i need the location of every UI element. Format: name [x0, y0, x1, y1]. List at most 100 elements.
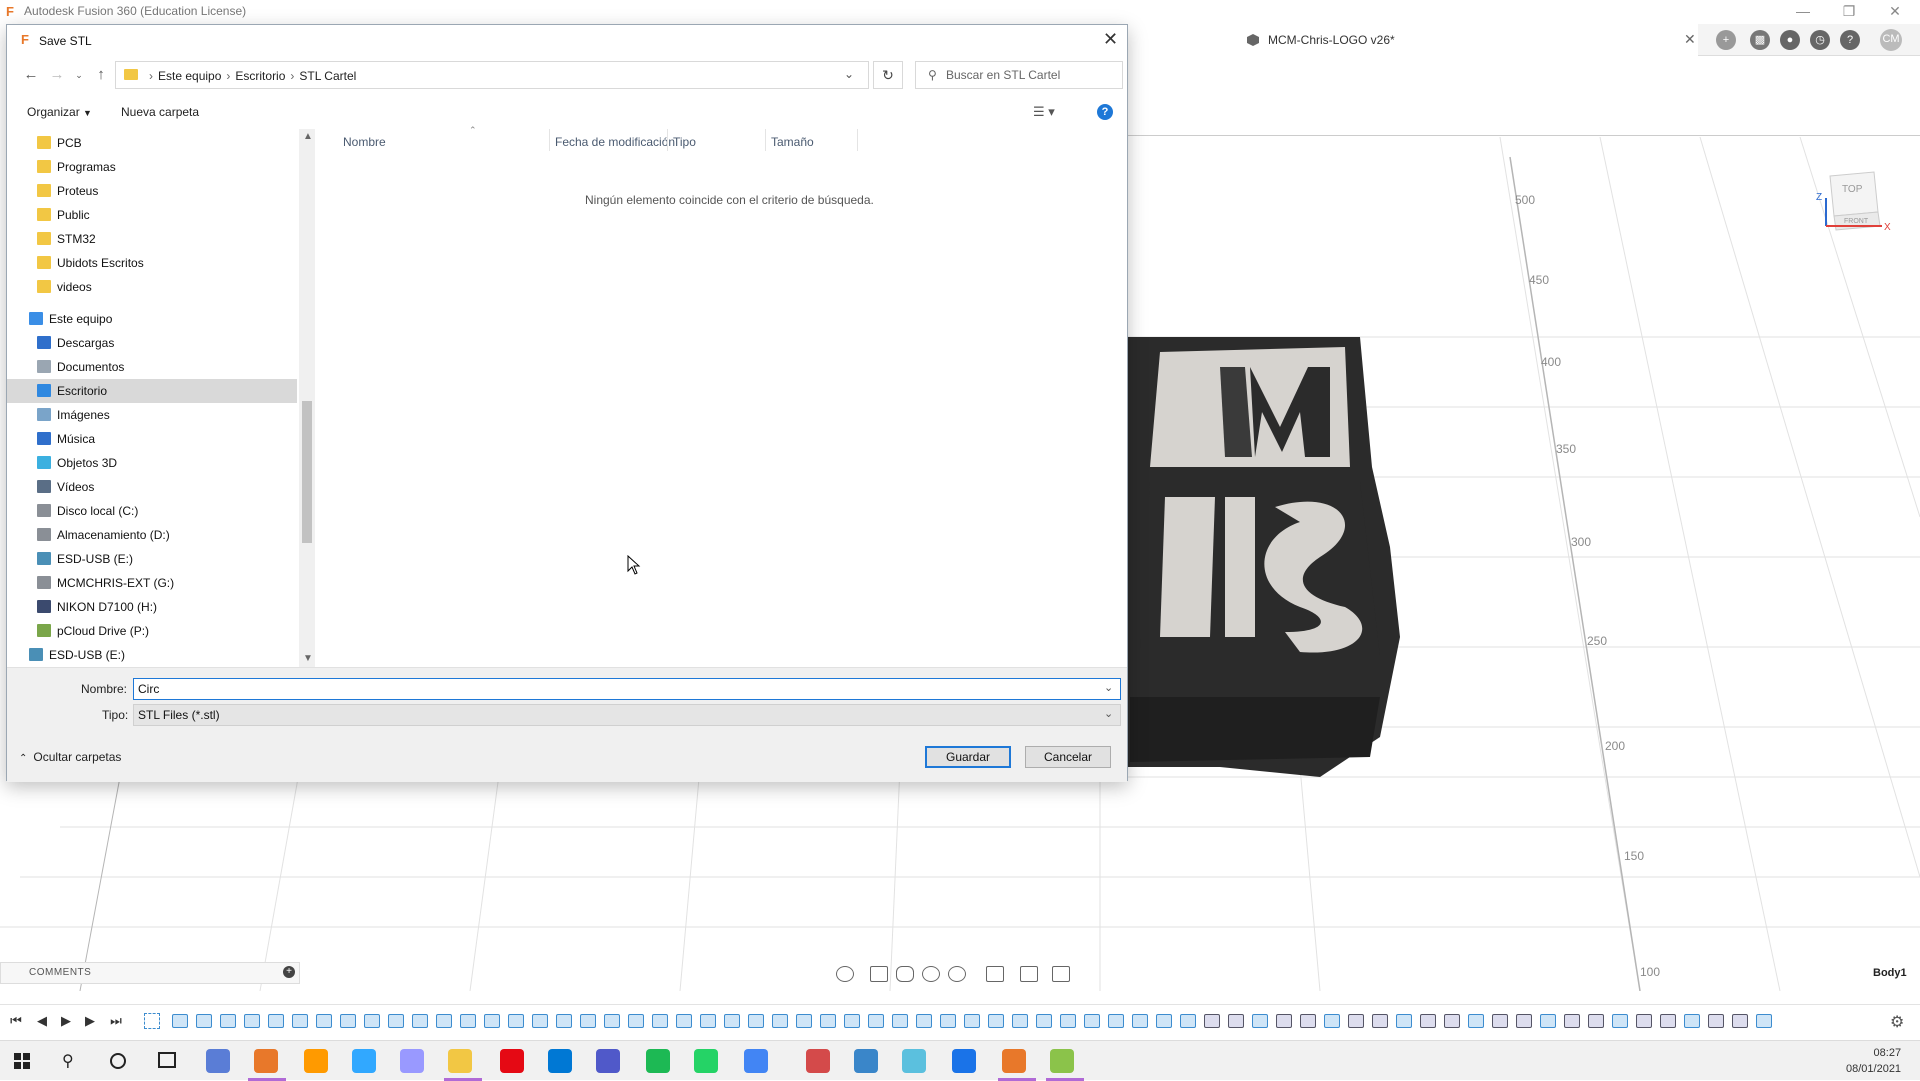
- fusion-app-icon[interactable]: [254, 1049, 278, 1073]
- timeline-feature-icon[interactable]: [316, 1014, 332, 1028]
- timeline-feature-icon[interactable]: [436, 1014, 452, 1028]
- nav-item[interactable]: NIKON D7100 (H:): [7, 595, 297, 619]
- nav-item[interactable]: Objetos 3D: [7, 451, 297, 475]
- grid-settings-icon[interactable]: [1020, 966, 1038, 982]
- timeline-marker-icon[interactable]: [144, 1013, 160, 1029]
- clock[interactable]: 08:27 08/01/2021: [1846, 1045, 1901, 1077]
- play-icon[interactable]: ▶: [58, 1013, 74, 1029]
- comments-panel[interactable]: COMMENTS +: [0, 962, 300, 984]
- job-status-icon[interactable]: ▩: [1750, 30, 1770, 50]
- step-forward-icon[interactable]: ▶: [82, 1013, 98, 1029]
- timeline-feature-icon[interactable]: [1588, 1014, 1604, 1028]
- nav-item[interactable]: Almacenamiento (D:): [7, 523, 297, 547]
- notifications-icon[interactable]: ●: [1780, 30, 1800, 50]
- nav-item[interactable]: Ubidots Escritos: [7, 251, 297, 275]
- timeline-feature-icon[interactable]: [292, 1014, 308, 1028]
- timeline-feature-icon[interactable]: [1108, 1014, 1124, 1028]
- chrome-icon[interactable]: [744, 1049, 768, 1073]
- timeline-feature-icon[interactable]: [1372, 1014, 1388, 1028]
- up-folder-icon[interactable]: ↑: [91, 66, 111, 84]
- new-tab-icon[interactable]: +: [1716, 30, 1736, 50]
- refresh-button[interactable]: ↻: [873, 61, 903, 89]
- scroll-down-icon[interactable]: ▼: [303, 653, 313, 664]
- timeline-feature-icon[interactable]: [940, 1014, 956, 1028]
- timeline-feature-icon[interactable]: [628, 1014, 644, 1028]
- nav-item[interactable]: Disco local (C:): [7, 499, 297, 523]
- windows-start-icon[interactable]: [14, 1053, 30, 1069]
- timeline-feature-icon[interactable]: [1612, 1014, 1628, 1028]
- viewports-icon[interactable]: [1052, 966, 1070, 982]
- timeline-feature-icon[interactable]: [364, 1014, 380, 1028]
- timeline-feature-icon[interactable]: [988, 1014, 1004, 1028]
- whatsapp-icon[interactable]: [694, 1049, 718, 1073]
- file-list[interactable]: ⌃ Nombre Fecha de modificación Tipo Tama…: [323, 125, 1127, 667]
- fusion-running-icon[interactable]: [1002, 1049, 1026, 1073]
- timeline-feature-icon[interactable]: [700, 1014, 716, 1028]
- timeline-feature-icon[interactable]: [1444, 1014, 1460, 1028]
- timeline-feature-icon[interactable]: [268, 1014, 284, 1028]
- timeline-feature-icon[interactable]: [388, 1014, 404, 1028]
- nav-item[interactable]: Descargas: [7, 331, 297, 355]
- nav-item[interactable]: PCB: [7, 131, 297, 155]
- column-header-name[interactable]: Nombre: [343, 135, 386, 149]
- timeline-settings-icon[interactable]: ⚙: [1890, 1012, 1908, 1031]
- pan-icon[interactable]: [896, 966, 914, 982]
- app-icon-generic[interactable]: [854, 1049, 878, 1073]
- timeline-feature-icon[interactable]: [1636, 1014, 1652, 1028]
- spotify-icon[interactable]: [646, 1049, 670, 1073]
- nav-item[interactable]: ESD-USB (E:): [7, 547, 297, 571]
- nav-item[interactable]: Este equipo: [7, 307, 297, 331]
- nav-item[interactable]: Escritorio: [7, 379, 297, 403]
- timeline-feature-icon[interactable]: [868, 1014, 884, 1028]
- timeline-feature-icon[interactable]: [1324, 1014, 1340, 1028]
- timeline-feature-icon[interactable]: [1348, 1014, 1364, 1028]
- scroll-up-icon[interactable]: ▲: [303, 131, 313, 142]
- close-tab-icon[interactable]: ✕: [1684, 31, 1696, 48]
- timeline-feature-icon[interactable]: [964, 1014, 980, 1028]
- file-type-select[interactable]: STL Files (*.stl) ⌄: [133, 704, 1121, 726]
- timeline-feature-icon[interactable]: [1756, 1014, 1772, 1028]
- address-bar[interactable]: › Este equipo › Escritorio › STL Cartel ⌄: [115, 61, 869, 89]
- zoom-window-icon[interactable]: [948, 966, 966, 982]
- timeline-feature-icon[interactable]: [1708, 1014, 1724, 1028]
- mail-icon[interactable]: [548, 1049, 572, 1073]
- column-header-size[interactable]: Tamaño: [771, 135, 814, 149]
- timeline-feature-icon[interactable]: [1492, 1014, 1508, 1028]
- timeline-feature-icon[interactable]: [1060, 1014, 1076, 1028]
- column-header-modified[interactable]: Fecha de modificación: [555, 135, 675, 149]
- file-explorer-icon[interactable]: [448, 1049, 472, 1073]
- timeline-feature-icon[interactable]: [1204, 1014, 1220, 1028]
- nav-item[interactable]: Public: [7, 203, 297, 227]
- close-app-button[interactable]: ✕: [1872, 0, 1918, 24]
- hide-folders-toggle[interactable]: ⌃ Ocultar carpetas: [19, 750, 121, 764]
- timeline-feature-icon[interactable]: [1084, 1014, 1100, 1028]
- organize-button[interactable]: Organizar ▼: [27, 105, 92, 119]
- nav-item[interactable]: ESD-USB (E:): [7, 643, 297, 667]
- timeline-feature-icon[interactable]: [1396, 1014, 1412, 1028]
- back-icon[interactable]: ←: [21, 66, 41, 84]
- scrollbar-thumb[interactable]: [302, 401, 312, 543]
- timeline-feature-icon[interactable]: [1564, 1014, 1580, 1028]
- go-to-end-icon[interactable]: ⏭: [108, 1013, 124, 1029]
- timeline-feature-icon[interactable]: [412, 1014, 428, 1028]
- file-name-input[interactable]: [138, 681, 1098, 697]
- timeline-feature-icon[interactable]: [1012, 1014, 1028, 1028]
- zoom-icon[interactable]: [922, 966, 940, 982]
- timeline-feature-icon[interactable]: [892, 1014, 908, 1028]
- timeline-feature-icon[interactable]: [1516, 1014, 1532, 1028]
- search-box[interactable]: ⚲: [915, 61, 1123, 89]
- timeline-feature-icon[interactable]: [604, 1014, 620, 1028]
- cortana-icon[interactable]: [110, 1053, 126, 1069]
- nav-item[interactable]: STM32: [7, 227, 297, 251]
- navigation-scrollbar[interactable]: ▲ ▼: [299, 129, 315, 667]
- timeline-feature-icon[interactable]: [772, 1014, 788, 1028]
- forward-icon[interactable]: →: [47, 66, 67, 84]
- app-icon-generic[interactable]: [206, 1049, 230, 1073]
- timeline-feature-icon[interactable]: [1660, 1014, 1676, 1028]
- app-icon-generic[interactable]: [806, 1049, 830, 1073]
- timeline-feature-icon[interactable]: [844, 1014, 860, 1028]
- netflix-icon[interactable]: [500, 1049, 524, 1073]
- cancel-button[interactable]: Cancelar: [1025, 746, 1111, 768]
- timeline-feature-icon[interactable]: [1684, 1014, 1700, 1028]
- add-comment-icon[interactable]: +: [283, 966, 295, 978]
